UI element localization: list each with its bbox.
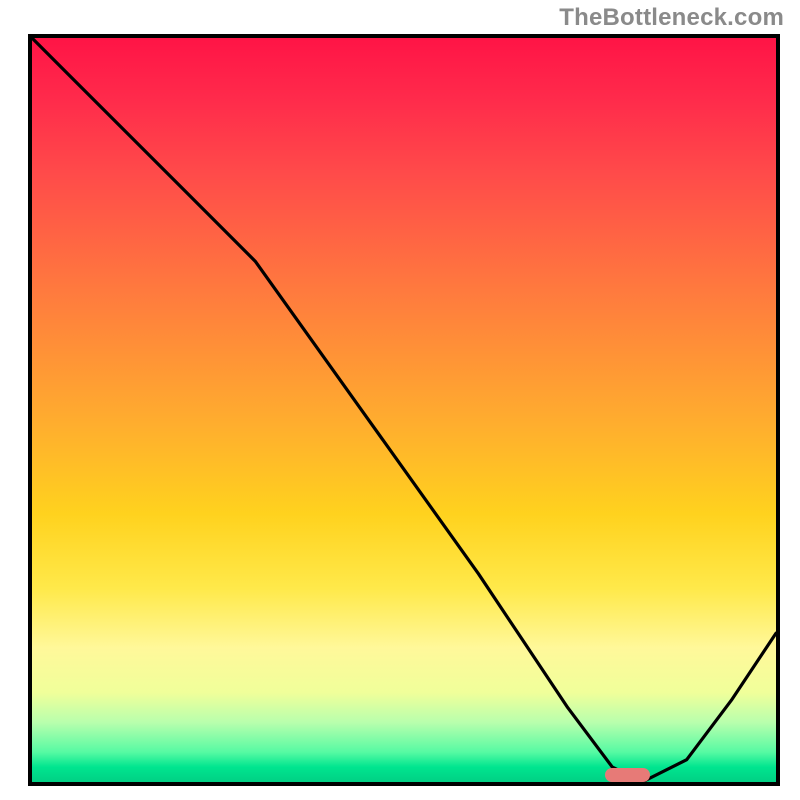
chart-container: TheBottleneck.com	[0, 0, 800, 800]
plot-area	[28, 34, 780, 786]
bottleneck-curve	[32, 38, 776, 782]
attribution-text: TheBottleneck.com	[559, 4, 784, 32]
optimal-marker	[605, 768, 650, 782]
